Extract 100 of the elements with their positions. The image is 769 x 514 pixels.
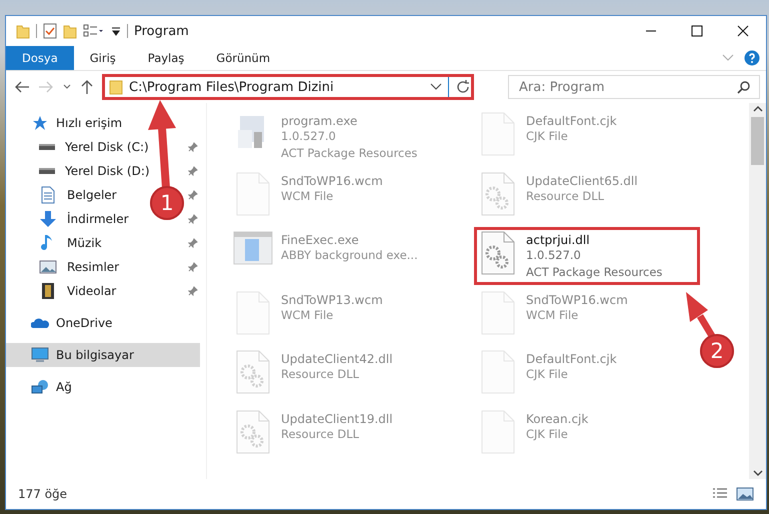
cloud-icon	[31, 317, 49, 329]
scroll-down-icon[interactable]	[752, 469, 762, 477]
network-icon	[31, 379, 49, 395]
chevron-down-icon[interactable]	[722, 54, 734, 62]
pin-icon[interactable]	[188, 238, 198, 248]
drive-icon	[38, 167, 56, 175]
pin-icon[interactable]	[188, 142, 198, 152]
pin-icon[interactable]	[188, 190, 198, 200]
nav-item[interactable]: Bu bilgisayar	[6, 343, 200, 367]
recent-chevron-icon[interactable]	[62, 83, 72, 91]
nav-item[interactable]: Hızlı erişim	[6, 111, 146, 135]
back-arrow-icon[interactable]	[14, 80, 30, 94]
nav-item[interactable]: Resimler	[6, 255, 146, 279]
ribbon-tab[interactable]: Giriş	[74, 46, 132, 70]
file-icon	[236, 290, 270, 334]
help-icon[interactable]	[744, 50, 760, 66]
gear-file-icon	[236, 410, 270, 454]
file-name: DefaultFont.cjk	[526, 352, 617, 366]
nav-item[interactable]: Belgeler	[6, 183, 146, 207]
properties-icon[interactable]	[43, 23, 57, 39]
star-icon	[32, 115, 48, 131]
search-icon	[737, 80, 751, 94]
address-path: C:\Program Files\Program Dizini	[129, 80, 335, 94]
file-item[interactable]: UpdateClient42.dll Resource DLL	[229, 346, 455, 404]
view-options-icon[interactable]	[83, 24, 105, 38]
dropdown-chevron-icon[interactable]	[430, 83, 442, 91]
folder-icon	[109, 79, 123, 95]
file-icon	[481, 290, 515, 334]
file-detail: Resource DLL	[281, 366, 360, 383]
file-icon	[481, 350, 515, 394]
nav-item[interactable]: Videolar	[6, 279, 146, 303]
file-detail: WCM File	[281, 188, 334, 204]
refresh-icon[interactable]	[455, 79, 471, 95]
search-field[interactable]: Ara: Program	[508, 75, 760, 99]
file-name: SndToWP16.wcm	[281, 174, 383, 188]
ribbon-tab[interactable]: Görünüm	[200, 46, 286, 70]
file-item[interactable]: SndToWP13.wcm WCM File	[229, 286, 455, 344]
pin-icon[interactable]	[188, 286, 198, 296]
file-item[interactable]: UpdateClient65.dll Resource DLL	[474, 168, 700, 226]
file-item[interactable]: DefaultFont.cjk CJK File	[474, 346, 700, 404]
file-name: actprjui.dll	[526, 233, 591, 247]
file-detail: 1.0.527.0	[526, 247, 582, 264]
up-arrow-icon[interactable]	[80, 79, 94, 95]
file-icon	[481, 410, 515, 454]
file-name: DefaultFont.cjk	[526, 114, 617, 128]
ribbon-tab[interactable]: Dosya	[6, 46, 74, 70]
file-icon	[481, 112, 515, 156]
address-bar[interactable]: C:\Program Files\Program Dizini	[102, 74, 474, 100]
file-detail: Resource DLL	[281, 426, 360, 442]
application-icon	[233, 231, 273, 265]
file-detail: WCM File	[281, 306, 334, 324]
file-item[interactable]: program.exe 1.0.527.0 ACT Package Resources	[229, 108, 455, 166]
gear-file-icon	[481, 231, 515, 275]
nav-item[interactable]: Müzik	[6, 231, 146, 255]
nav-item[interactable]: Ağ	[6, 375, 146, 399]
file-item[interactable]: FineExec.exe ABBY background exe...	[229, 227, 455, 285]
item-count: 177 öğe	[18, 487, 68, 501]
computer-icon	[31, 347, 49, 363]
file-item[interactable]: Korean.cjk CJK File	[474, 406, 700, 464]
gear-file-icon	[481, 172, 515, 216]
film-icon	[41, 282, 55, 300]
file-name: program.exe	[281, 114, 358, 128]
drive-icon	[38, 143, 56, 151]
file-name: UpdateClient19.dll	[281, 412, 393, 426]
file-detail: 1.0.527.0	[281, 128, 337, 145]
file-detail: ACT Package Resources	[281, 145, 418, 162]
pin-icon[interactable]	[188, 262, 198, 272]
file-detail: CJK File	[526, 128, 569, 145]
pin-icon[interactable]	[188, 214, 198, 224]
document-icon	[41, 186, 55, 204]
customize-toolbar-icon[interactable]	[111, 25, 121, 37]
nav-item[interactable]: OneDrive	[6, 311, 146, 335]
file-detail: CJK File	[526, 426, 569, 442]
file-name: UpdateClient42.dll	[281, 352, 393, 366]
file-item[interactable]: actprjui.dll 1.0.527.0 ACT Package Resources	[474, 227, 700, 285]
window-title: Program	[134, 24, 189, 38]
file-name: UpdateClient65.dll	[526, 174, 638, 188]
search-input[interactable]: Ara: Program	[517, 78, 733, 96]
file-detail: ABBY background exe...	[281, 247, 418, 264]
nav-item[interactable]: Yerel Disk (C:)	[6, 135, 146, 159]
file-item[interactable]: SndToWP16.wcm WCM File	[229, 168, 455, 226]
file-item[interactable]: UpdateClient19.dll Resource DLL	[229, 406, 455, 464]
scrollbar-thumb[interactable]	[751, 117, 764, 165]
gear-file-icon	[236, 350, 270, 394]
file-icon	[236, 172, 270, 216]
file-detail: WCM File	[526, 306, 580, 324]
file-item[interactable]: SndToWP16.wcm WCM File	[474, 286, 700, 344]
file-name: SndToWP16.wcm	[526, 292, 628, 306]
scrollbar[interactable]	[749, 103, 766, 479]
pin-icon[interactable]	[188, 166, 198, 176]
nav-item[interactable]: Yerel Disk (D:)	[6, 159, 146, 183]
file-detail: ACT Package Resources	[526, 264, 662, 281]
file-item[interactable]: DefaultFont.cjk CJK File	[474, 108, 700, 166]
ribbon-tab[interactable]: Paylaş	[132, 46, 200, 70]
nav-item[interactable]: İndirmeler	[6, 207, 146, 231]
file-name: Korean.cjk	[526, 412, 588, 426]
large-icons-view-icon[interactable]	[736, 487, 754, 501]
scroll-up-icon[interactable]	[752, 105, 762, 113]
picture-icon	[39, 260, 57, 274]
pointer-arrow	[686, 292, 715, 338]
